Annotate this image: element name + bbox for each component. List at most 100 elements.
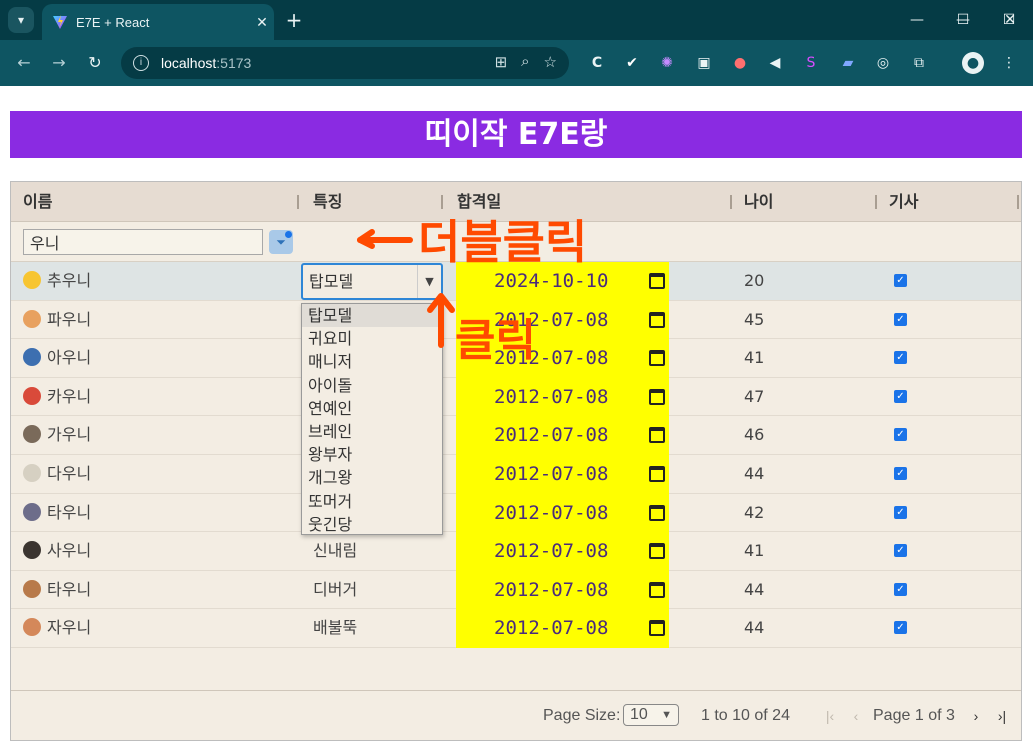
name-filter-input[interactable]: [23, 229, 263, 255]
name-cell[interactable]: 다우니: [23, 455, 91, 493]
last-page-icon[interactable]: ›|: [993, 705, 1011, 727]
dropdown-option[interactable]: 왕부자: [302, 443, 442, 466]
dropdown-option[interactable]: 브레인: [302, 420, 442, 443]
article-checkbox[interactable]: ✓: [894, 582, 907, 596]
name-cell[interactable]: 타우니: [23, 571, 91, 609]
date-cell[interactable]: 2012-07-08: [456, 377, 669, 417]
article-checkbox[interactable]: ✓: [894, 621, 907, 635]
age-cell[interactable]: 47: [744, 378, 764, 416]
site-info-icon[interactable]: i: [133, 55, 149, 71]
name-cell[interactable]: 사우니: [23, 532, 91, 570]
age-cell[interactable]: 44: [744, 571, 764, 609]
new-tab-button[interactable]: +: [282, 8, 306, 32]
name-cell[interactable]: 타우니: [23, 494, 91, 532]
article-checkbox[interactable]: ✓: [894, 544, 907, 558]
dropdown-option[interactable]: 웃긴당: [302, 513, 442, 536]
table-row[interactable]: 아우니 2012-07-08 41 ✓: [11, 339, 1021, 378]
calendar-icon[interactable]: [649, 543, 665, 560]
filter-icon[interactable]: ⏷: [269, 230, 293, 254]
dropdown-option[interactable]: 귀요미: [302, 327, 442, 350]
browser-tab[interactable]: E7E + React ✕: [42, 4, 274, 40]
article-checkbox[interactable]: ✓: [894, 428, 907, 442]
calendar-icon[interactable]: [649, 350, 665, 367]
age-cell[interactable]: 44: [744, 609, 764, 647]
date-cell[interactable]: 2024-10-10: [456, 262, 669, 301]
article-checkbox[interactable]: ✓: [894, 389, 907, 403]
dropdown-option[interactable]: 아이돌: [302, 374, 442, 397]
age-cell[interactable]: 46: [744, 416, 764, 454]
calendar-icon[interactable]: [649, 620, 665, 637]
name-cell[interactable]: 카우니: [23, 378, 91, 416]
column-resize-handle[interactable]: [875, 195, 877, 209]
name-cell[interactable]: 자우니: [23, 609, 91, 647]
table-row[interactable]: 타우니 디버거 2012-07-08 44 ✓: [11, 570, 1021, 610]
dropdown-option[interactable]: 개그왕: [302, 466, 442, 489]
article-checkbox[interactable]: ✓: [894, 312, 907, 326]
date-cell[interactable]: 2012-07-08: [456, 300, 669, 340]
table-row[interactable]: 카우니 2012-07-08 47 ✓: [11, 377, 1021, 417]
minimize-window-icon[interactable]: —: [894, 0, 940, 40]
age-cell[interactable]: 41: [744, 532, 764, 570]
maximize-window-icon[interactable]: ☐: [940, 0, 986, 40]
bookmark-star-icon[interactable]: ☆: [544, 53, 557, 71]
page-size-select[interactable]: 10 ▼: [623, 704, 679, 726]
column-resize-handle[interactable]: [441, 195, 443, 209]
date-cell[interactable]: 2012-07-08: [456, 493, 669, 533]
dropdown-option[interactable]: 또머거: [302, 490, 442, 513]
back-arrow-icon[interactable]: ←: [12, 51, 36, 75]
table-row[interactable]: 다우니 2012-07-08 44 ✓: [11, 455, 1021, 494]
extension-c-icon[interactable]: C: [586, 52, 608, 74]
calendar-icon[interactable]: [649, 504, 665, 521]
calendar-icon[interactable]: [649, 466, 665, 482]
name-cell[interactable]: 파우니: [23, 301, 91, 339]
age-cell[interactable]: 44: [744, 455, 764, 493]
calendar-icon[interactable]: [649, 311, 665, 328]
trait-cell[interactable]: 신내림: [313, 532, 357, 570]
extensions-puzzle-icon[interactable]: ⧉: [908, 52, 930, 74]
profile-avatar-icon[interactable]: ●: [962, 52, 984, 74]
extension-square-icon[interactable]: ▣: [693, 52, 715, 74]
column-header-age[interactable]: 나이: [744, 182, 773, 222]
calendar-icon[interactable]: [649, 427, 665, 444]
extension-bell-icon[interactable]: ●: [729, 52, 751, 74]
article-checkbox[interactable]: ✓: [894, 274, 907, 287]
column-header-article[interactable]: 기사: [889, 182, 918, 222]
trait-cell[interactable]: 디버거: [313, 571, 357, 609]
dropdown-option[interactable]: 매니저: [302, 350, 442, 373]
article-checkbox[interactable]: ✓: [894, 505, 907, 519]
table-row[interactable]: 파우니 2012-07-08 45 ✓: [11, 300, 1021, 340]
article-checkbox[interactable]: ✓: [894, 467, 907, 480]
calendar-icon[interactable]: [649, 273, 665, 289]
name-cell[interactable]: 추우니: [23, 262, 91, 300]
date-cell[interactable]: 2012-07-08: [456, 339, 669, 378]
extension-gear-icon[interactable]: ✺: [656, 52, 678, 74]
age-cell[interactable]: 42: [744, 494, 764, 532]
column-header-trait[interactable]: 특징: [313, 182, 342, 222]
first-page-icon[interactable]: |‹: [821, 705, 839, 727]
dropdown-option[interactable]: 탑모델: [302, 304, 442, 328]
column-resize-handle[interactable]: [1017, 195, 1019, 209]
table-row[interactable]: 타우니 2012-07-08 42 ✓: [11, 493, 1021, 533]
date-cell[interactable]: 2012-07-08: [456, 570, 669, 610]
age-cell[interactable]: 20: [744, 262, 764, 300]
extension-arrow-icon[interactable]: ◀: [764, 52, 786, 74]
table-row[interactable]: 사우니 신내림 2012-07-08 41 ✓: [11, 532, 1021, 571]
column-header-date[interactable]: 합격일: [457, 182, 501, 222]
column-resize-handle[interactable]: [297, 195, 299, 209]
extension-s-icon[interactable]: S: [800, 52, 822, 74]
name-cell[interactable]: 아우니: [23, 339, 91, 377]
address-bar[interactable]: i localhost:5173 ⊞ ⌕ ☆: [121, 47, 569, 79]
translate-icon[interactable]: ⊞: [495, 53, 508, 71]
chevron-down-icon[interactable]: ▼: [417, 265, 441, 298]
close-window-button[interactable]: ✕: [987, 0, 1033, 40]
tab-search-button[interactable]: ▾: [8, 7, 34, 33]
close-tab-icon[interactable]: ✕: [250, 14, 274, 31]
extension-flag-icon[interactable]: ▰: [837, 52, 859, 74]
trait-cell-editor[interactable]: 탑모델 ▼: [301, 263, 443, 300]
kebab-menu-icon[interactable]: ⋮: [998, 52, 1020, 74]
name-cell[interactable]: 가우니: [23, 416, 91, 454]
table-row[interactable]: 자우니 배불뚝 2012-07-08 44 ✓: [11, 609, 1021, 648]
table-row[interactable]: 추우니 탑모델 ▼ 2024-10-10 20 ✓: [11, 262, 1021, 301]
reload-icon[interactable]: ↻: [83, 51, 107, 75]
next-page-icon[interactable]: ›: [967, 705, 985, 727]
